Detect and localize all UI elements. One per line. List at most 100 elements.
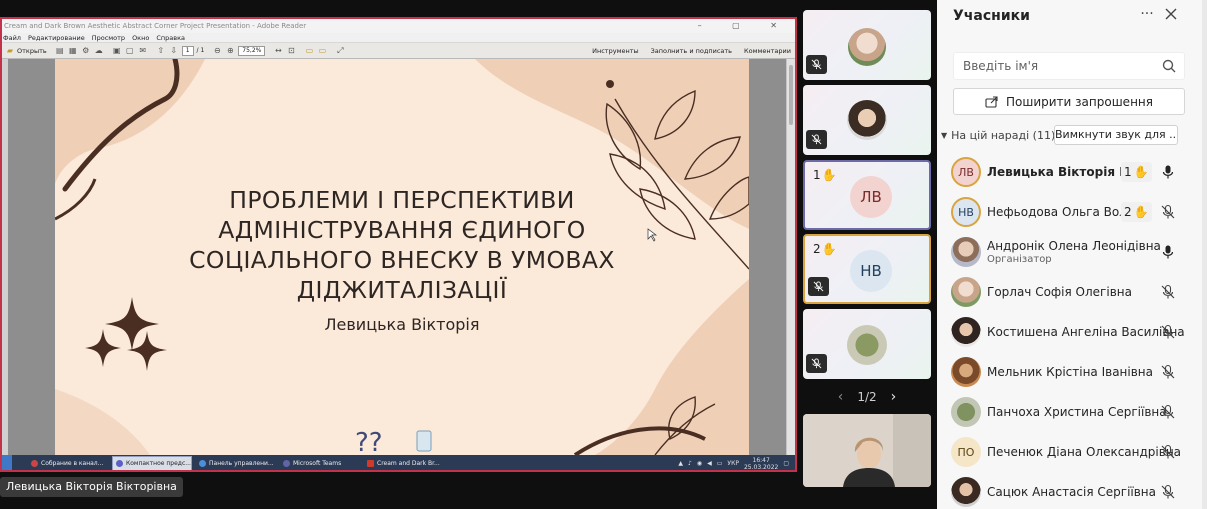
mic-off-icon[interactable] bbox=[1160, 484, 1176, 500]
page-indicator: 1/2 bbox=[857, 390, 877, 404]
page-number-input[interactable]: 1 bbox=[181, 45, 194, 56]
share-icon bbox=[985, 95, 998, 108]
notification-icon[interactable]: ▢ bbox=[783, 460, 789, 467]
create-icon[interactable]: ▤ bbox=[55, 46, 65, 56]
in-meeting-section[interactable]: ▼ На цій нараді (11) Вимкнути звук для .… bbox=[941, 125, 1197, 145]
taskbar-item[interactable]: Microsoft Teams bbox=[280, 456, 360, 470]
chevron-right-icon[interactable]: › bbox=[891, 389, 897, 405]
close-icon[interactable] bbox=[1163, 6, 1179, 22]
settings-icon[interactable]: ⚙ bbox=[81, 46, 91, 56]
highlight-icon[interactable]: ▭ bbox=[317, 46, 327, 56]
question-mark-icons: ?? bbox=[355, 428, 383, 455]
participant-row[interactable]: НВ Нефьодова Ольга Вол... 2 ✋ bbox=[937, 193, 1202, 231]
raised-hand-badge: 1 ✋ bbox=[1121, 162, 1152, 182]
zoom-select[interactable]: 75,2% bbox=[238, 45, 266, 56]
teams-app-icon bbox=[116, 460, 123, 467]
avatar bbox=[951, 237, 981, 267]
page-total: / 1 bbox=[196, 47, 205, 54]
scrollbar-thumb[interactable] bbox=[789, 65, 793, 125]
teams-app-icon bbox=[283, 460, 290, 467]
video-tile[interactable] bbox=[803, 309, 931, 379]
print-icon[interactable]: ▣ bbox=[112, 46, 122, 56]
chevron-left-icon[interactable]: ‹ bbox=[838, 389, 844, 405]
fit-width-icon[interactable]: ↔ bbox=[273, 46, 283, 56]
email-icon[interactable]: ✉ bbox=[138, 46, 148, 56]
panel-scrollbar[interactable] bbox=[1202, 0, 1207, 509]
next-page-icon[interactable]: ⇩ bbox=[169, 46, 179, 56]
avatar: ЛВ bbox=[951, 157, 981, 187]
self-video[interactable] bbox=[803, 414, 931, 487]
teams-meeting-window: Cream and Dark Brown Aesthetic Abstract … bbox=[0, 0, 1207, 509]
recycle-bin-icon bbox=[416, 430, 432, 452]
video-tile[interactable] bbox=[803, 10, 931, 80]
menu-view[interactable]: Просмотр bbox=[92, 33, 125, 42]
tools-button[interactable]: Инструменты bbox=[592, 47, 639, 55]
open-button[interactable]: Открыть bbox=[17, 47, 47, 55]
cloud-icon[interactable]: ☁ bbox=[94, 46, 104, 56]
video-tile-active[interactable]: 1 ✋ ЛВ bbox=[803, 160, 931, 230]
fullscreen-icon[interactable]: ⤢ bbox=[335, 46, 345, 56]
mic-off-icon[interactable] bbox=[1160, 444, 1176, 460]
export-icon[interactable]: ▦ bbox=[68, 46, 78, 56]
mic-off-icon[interactable] bbox=[1160, 284, 1176, 300]
menu-file[interactable]: Файл bbox=[3, 33, 21, 42]
mic-off-icon[interactable] bbox=[1160, 404, 1176, 420]
language-indicator[interactable]: УКР bbox=[727, 460, 739, 467]
zoom-in-icon[interactable]: ⊕ bbox=[225, 46, 235, 56]
taskbar-item[interactable]: Панель управлени... bbox=[196, 456, 276, 470]
participant-row[interactable]: Андронік Олена Леонідівна Організатор bbox=[937, 233, 1202, 271]
mic-off-icon[interactable] bbox=[1160, 364, 1176, 380]
microphone-icon[interactable]: ♪ bbox=[688, 460, 692, 467]
taskbar-clock[interactable]: 16:47 25.03.2022 bbox=[744, 457, 778, 471]
reader-window-title: Cream and Dark Brown Aesthetic Abstract … bbox=[4, 22, 307, 30]
clock-time: 16:47 bbox=[752, 456, 770, 464]
comments-button[interactable]: Комментарии bbox=[744, 47, 791, 55]
open-folder-icon[interactable]: ▰ bbox=[5, 46, 15, 56]
mic-icon[interactable] bbox=[1160, 244, 1176, 260]
fit-page-icon[interactable]: ⊡ bbox=[286, 46, 296, 56]
participant-name: Печенюк Діана Олександрівна bbox=[987, 445, 1182, 459]
fill-sign-button[interactable]: Заполнить и подписать bbox=[651, 47, 732, 55]
participant-row[interactable]: Костишена Ангеліна Василівна bbox=[937, 313, 1202, 351]
more-options-icon[interactable]: ··· bbox=[1139, 6, 1155, 22]
menu-help[interactable]: Справка bbox=[156, 33, 185, 42]
participant-photo bbox=[848, 28, 886, 66]
participant-name: Нефьодова Ольга Вол... bbox=[987, 205, 1139, 219]
comment-icon[interactable]: ▭ bbox=[304, 46, 314, 56]
volume-icon[interactable]: ◀ bbox=[707, 460, 712, 467]
chevron-up-icon[interactable]: ▲ bbox=[678, 460, 683, 467]
taskbar-item[interactable]: Собрание в канал... bbox=[28, 456, 108, 470]
participant-row[interactable]: Панчоха Христина Сергіївна bbox=[937, 393, 1202, 431]
chevron-down-icon[interactable]: ▼ bbox=[941, 131, 947, 140]
taskbar-item[interactable]: Cream and Dark Br... bbox=[364, 456, 444, 470]
panel-title: Учасники bbox=[953, 8, 1030, 24]
mic-off-icon[interactable] bbox=[1160, 204, 1176, 220]
start-button[interactable] bbox=[2, 455, 12, 470]
save-icon[interactable]: ▢ bbox=[125, 46, 135, 56]
search-input[interactable]: Введіть ім'я bbox=[953, 52, 1185, 80]
taskbar-item[interactable]: Компактное предс... bbox=[112, 456, 192, 470]
participant-row[interactable]: Мельник Крістіна Іванівна bbox=[937, 353, 1202, 391]
zoom-out-icon[interactable]: ⊖ bbox=[212, 46, 222, 56]
menu-window[interactable]: Окно bbox=[132, 33, 149, 42]
battery-icon[interactable]: ▭ bbox=[717, 460, 723, 467]
document-viewer: ?? ПРОБЛЕМИ І ПЕРСПЕКТИВИ АДМІНІСТРУВАНН… bbox=[2, 59, 795, 455]
navigation-pane[interactable] bbox=[2, 59, 8, 455]
video-tile[interactable] bbox=[803, 85, 931, 155]
video-tile-speaking[interactable]: 2 ✋ НВ bbox=[803, 234, 931, 304]
viewer-scrollbar[interactable] bbox=[786, 59, 795, 455]
participant-row[interactable]: ЛВ Левицька Вікторія Ві... 1 ✋ bbox=[937, 153, 1202, 191]
menu-edit[interactable]: Редактирование bbox=[28, 33, 85, 42]
participant-row[interactable]: Горлач Софія Олегівна bbox=[937, 273, 1202, 311]
window-controls[interactable]: – ▢ ✕ bbox=[698, 19, 791, 33]
mute-all-button[interactable]: Вимкнути звук для ... bbox=[1054, 125, 1178, 145]
mic-off-icon[interactable] bbox=[1160, 324, 1176, 340]
network-icon[interactable]: ◉ bbox=[697, 460, 702, 467]
participant-name: Мельник Крістіна Іванівна bbox=[987, 365, 1154, 379]
participant-row[interactable]: Сацюк Анастасія Сергіївна bbox=[937, 473, 1202, 509]
prev-page-icon[interactable]: ⇧ bbox=[156, 46, 166, 56]
mic-icon[interactable] bbox=[1160, 164, 1176, 180]
participant-row[interactable]: ПО Печенюк Діана Олександрівна bbox=[937, 433, 1202, 471]
avatar-initials: НВ bbox=[850, 250, 892, 292]
share-invite-button[interactable]: Поширити запрошення bbox=[953, 88, 1185, 115]
